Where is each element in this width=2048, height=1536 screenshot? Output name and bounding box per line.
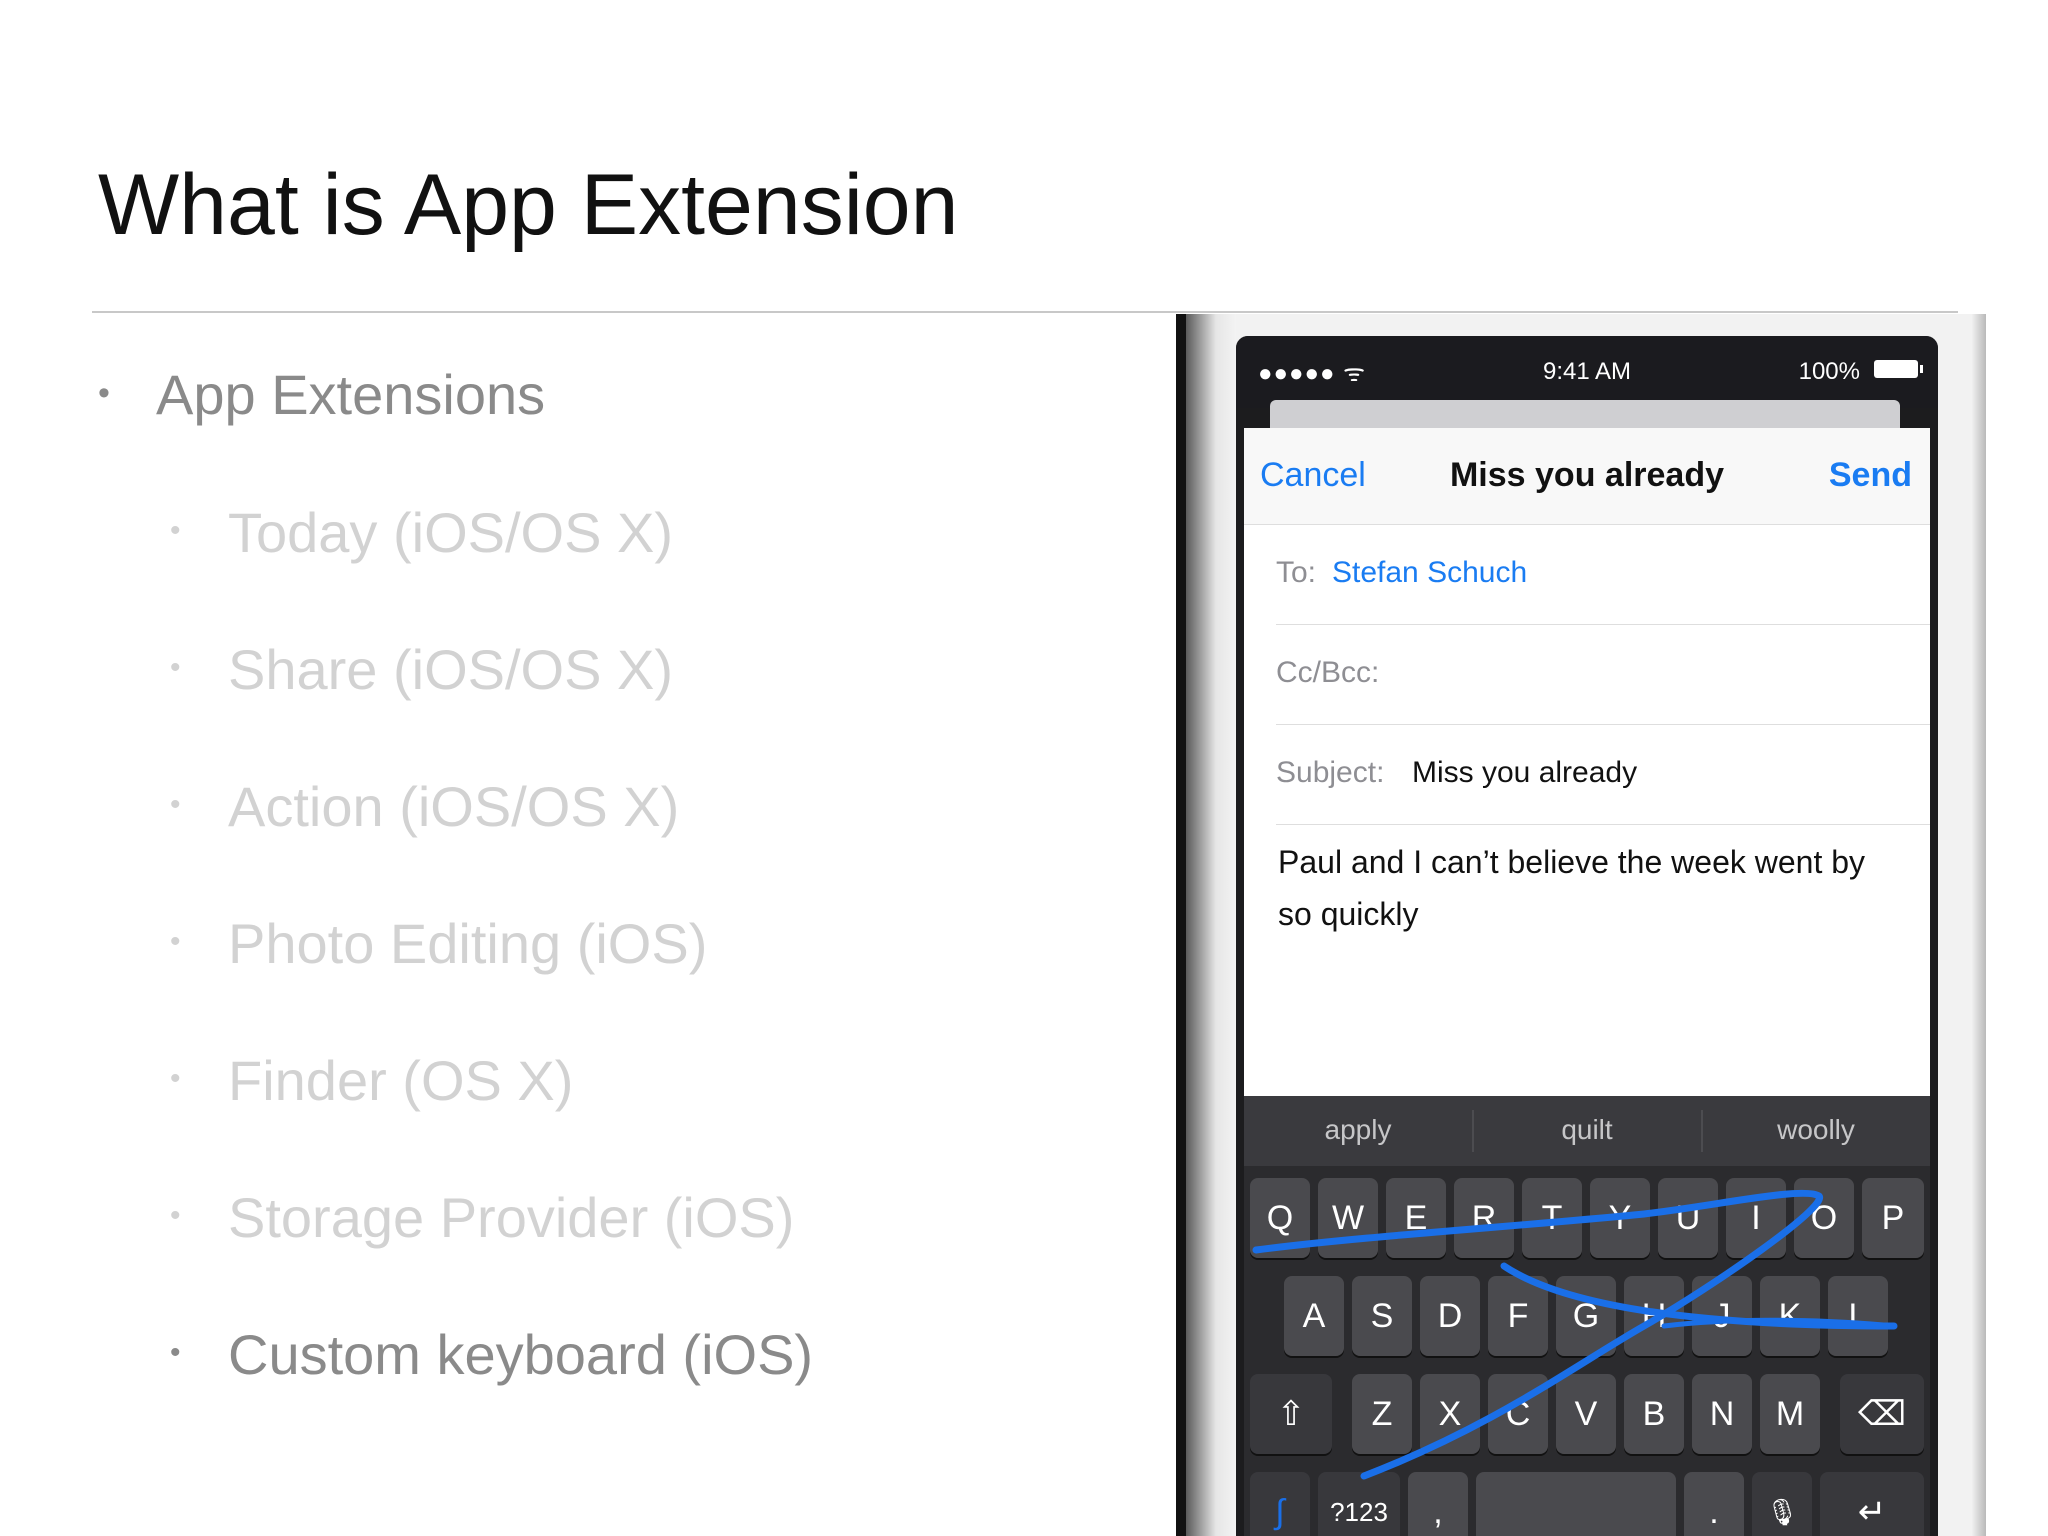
bullet-text: Storage Provider (iOS): [228, 1186, 795, 1249]
message-body[interactable]: Paul and I can’t believe the week went b…: [1278, 836, 1878, 940]
bullet-glyph: •: [98, 374, 110, 412]
phone-photo: ●●●●● ᯤ 9:41 AM 100% Cancel Miss you alr…: [1176, 314, 1986, 1536]
bullet-text: Share (iOS/OS X): [228, 638, 674, 701]
compose-title: Miss you already: [1449, 456, 1724, 494]
phone-bezel: [1176, 314, 1186, 1536]
swipe-trail: [1252, 1189, 1898, 1480]
bullet-text: Action (iOS/OS X): [228, 775, 680, 838]
phone-edge: [1186, 314, 1236, 1536]
to-label: To:: [1276, 556, 1317, 589]
background-sheet: [1270, 400, 1900, 428]
title-divider: [92, 311, 1958, 313]
mail-compose: Cancel Miss you already Send To: Stefan …: [1244, 428, 1930, 1096]
phone-edge-right: [1972, 314, 1986, 1536]
suggestion-apply[interactable]: apply: [1244, 1114, 1472, 1146]
bullet-text: Photo Editing (iOS): [228, 912, 708, 975]
suggestion-quilt[interactable]: quilt: [1473, 1114, 1701, 1146]
bullet-glyph: •: [170, 1062, 181, 1095]
battery-icon: [1874, 360, 1923, 378]
compose-navbar: Cancel Miss you already Send: [1244, 428, 1930, 525]
status-bar: ●●●●● ᯤ 9:41 AM 100%: [1236, 336, 1938, 408]
to-field[interactable]: To: Stefan Schuch: [1276, 524, 1930, 625]
bullet-text: Today (iOS/OS X): [228, 501, 674, 564]
bullet-glyph: •: [170, 1199, 181, 1232]
phone-screen: ●●●●● ᯤ 9:41 AM 100% Cancel Miss you alr…: [1236, 336, 1938, 1536]
bullet-glyph: •: [170, 1336, 181, 1369]
to-recipient[interactable]: Stefan Schuch: [1332, 556, 1527, 590]
slide-title: What is App Extension: [98, 157, 959, 253]
cc-bcc-label: Cc/Bcc:: [1276, 656, 1380, 689]
send-button[interactable]: Send: [1829, 456, 1912, 495]
suggestion-woolly[interactable]: woolly: [1702, 1114, 1930, 1146]
subject-value[interactable]: Miss you already: [1412, 756, 1637, 790]
bullet-text: Finder (OS X): [228, 1049, 574, 1112]
bullet-glyph: •: [170, 925, 181, 958]
suggestion-bar: apply quilt woolly: [1244, 1096, 1930, 1166]
bullet-glyph: •: [170, 651, 181, 684]
swipe-keyboard: Q W E R T Y U I O P A S D F G H J K L ⇧ …: [1244, 1166, 1930, 1536]
bullet-glyph: •: [170, 514, 181, 547]
subject-field[interactable]: Subject: Miss you already: [1276, 724, 1930, 825]
swipe-stroke-1: [1252, 1189, 1823, 1480]
cc-bcc-field[interactable]: Cc/Bcc:: [1276, 624, 1930, 725]
bullet-text: App Extensions: [156, 363, 546, 426]
bullet-text: Custom keyboard (iOS): [228, 1323, 814, 1386]
subject-label: Subject:: [1276, 756, 1385, 789]
bullet-glyph: •: [170, 788, 181, 821]
battery-percent: 100%: [1798, 358, 1860, 385]
